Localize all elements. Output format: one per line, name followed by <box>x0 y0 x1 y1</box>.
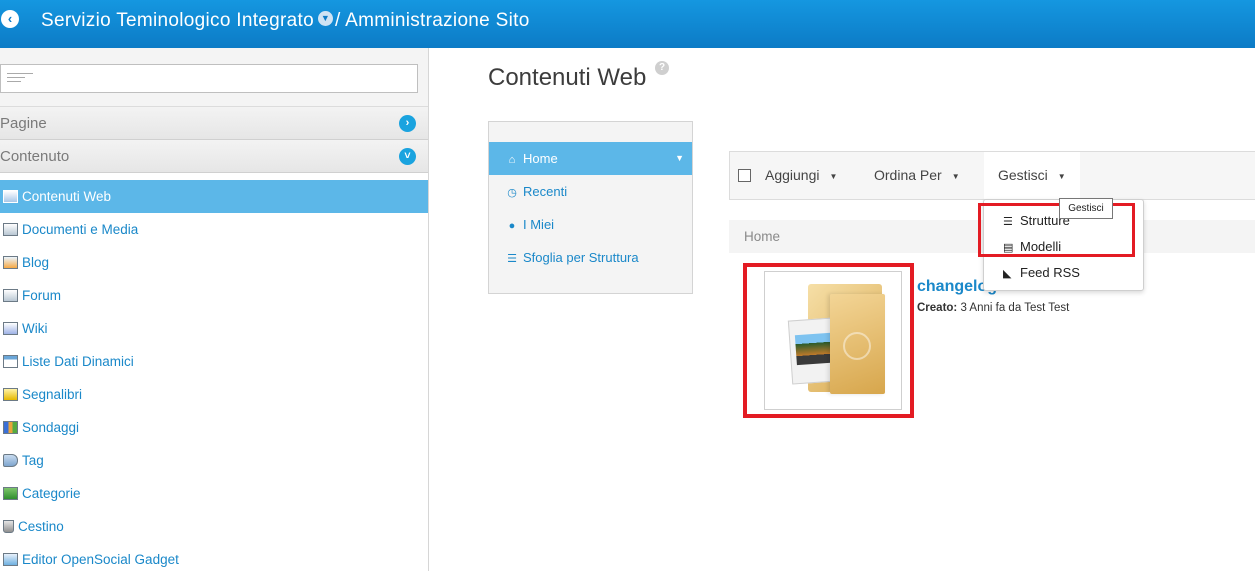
web-content-icon <box>3 189 18 203</box>
help-icon[interactable]: ? <box>655 61 669 75</box>
menu-lines-icon <box>7 73 33 85</box>
sidebar-item-label: Tag <box>22 453 44 468</box>
sidebar-item-blog[interactable]: Blog <box>0 246 428 279</box>
sidebar-nav-list: Contenuti Web Documenti e Media Blog For… <box>0 180 428 576</box>
sidebar-item-tag[interactable]: Tag <box>0 444 428 477</box>
manage-tooltip: Gestisci <box>1059 198 1113 219</box>
tag-icon <box>3 453 18 467</box>
sidebar-item-liste-dati-dinamici[interactable]: Liste Dati Dinamici <box>0 345 428 378</box>
content-nav-sfoglia-struttura[interactable]: ☰ Sfoglia per Struttura <box>489 241 692 274</box>
manage-button[interactable]: Gestisci ▼ <box>984 152 1080 199</box>
sidebar-item-segnalibri[interactable]: Segnalibri <box>0 378 428 411</box>
chevron-down-icon[interactable]: ˅ <box>399 148 416 165</box>
gadget-icon <box>3 552 18 566</box>
sidebar-item-documenti-media[interactable]: Documenti e Media <box>0 213 428 246</box>
content-nav-label: Recenti <box>523 184 568 199</box>
wiki-icon <box>3 321 18 335</box>
sidebar-item-label: Forum <box>22 288 62 303</box>
categories-icon <box>3 486 18 500</box>
content-nav-label: Sfoglia per Struttura <box>523 250 639 265</box>
top-bar: ‹ Servizio Teminologico Integrato ▼ / Ammi… <box>0 0 1255 48</box>
content-nav-label: Home <box>523 151 558 166</box>
caret-down-icon: ▼ <box>1057 171 1066 181</box>
sidebar-item-label: Cestino <box>18 519 64 534</box>
page-header-title: Servizio Teminologico Integrato ▼ / Ammini… <box>41 10 530 32</box>
header-section: Amministrazione Sito <box>345 10 530 31</box>
management-toolbar: Aggiungi ▼ Ordina Per ▼ Gestisci ▼ <box>729 151 1255 200</box>
documents-media-icon <box>3 222 18 236</box>
sidebar-item-categorie[interactable]: Categorie <box>0 477 428 510</box>
add-button[interactable]: Aggiungi ▼ <box>765 152 837 199</box>
chevron-down-icon[interactable]: ▼ <box>317 11 333 27</box>
manage-button-label: Gestisci <box>998 167 1048 183</box>
list-icon: ☰ <box>507 253 517 265</box>
header-separator: / <box>334 10 341 31</box>
user-icon: ● <box>508 220 516 232</box>
sidebar-item-label: Categorie <box>22 486 81 501</box>
sidebar-search-area <box>0 48 428 107</box>
dynamic-data-lists-icon <box>3 354 18 368</box>
menu-item-label: Feed RSS <box>1020 265 1080 280</box>
sidebar-item-label: Segnalibri <box>22 387 83 402</box>
sidebar-item-label: Wiki <box>22 321 48 336</box>
sidebar-item-cestino[interactable]: Cestino <box>0 510 428 543</box>
sidebar-item-label: Liste Dati Dinamici <box>22 354 134 369</box>
section-label: Contenuto <box>0 148 70 165</box>
content-nav-panel: ⌂ Home ▼ ◷ Recenti ● I Miei ☰ Sfoglia per St… <box>488 121 693 294</box>
chevron-left-icon[interactable]: ‹ <box>1 10 19 28</box>
article-meta: Creato: 3 Anni fa da Test Test <box>917 302 1069 314</box>
sidebar-item-label: Blog <box>22 255 50 270</box>
sidebar-item-opensocial-gadget[interactable]: Editor OpenSocial Gadget <box>0 543 428 576</box>
site-name[interactable]: Servizio Teminologico Integrato <box>41 10 314 31</box>
sidebar-item-contenuti-web[interactable]: Contenuti Web <box>0 180 428 213</box>
sidebar-item-label: Editor OpenSocial Gadget <box>22 552 179 567</box>
add-button-label: Aggiungi <box>765 167 820 183</box>
clock-icon: ◷ <box>507 187 517 199</box>
caret-down-icon: ▼ <box>829 171 838 181</box>
chevron-right-icon[interactable]: › <box>399 115 416 132</box>
content-nav-i-miei[interactable]: ● I Miei <box>489 208 692 241</box>
content-nav-label: I Miei <box>523 217 555 232</box>
content-nav-recenti[interactable]: ◷ Recenti <box>489 175 692 208</box>
section-label: Pagine <box>0 115 47 132</box>
created-value: 3 Anni fa da Test Test <box>960 302 1070 314</box>
caret-down-icon: ▼ <box>675 153 684 163</box>
sort-button-label: Ordina Per <box>874 167 942 183</box>
forum-icon <box>3 288 18 302</box>
sidebar-search-input[interactable] <box>0 64 418 93</box>
highlight-box-thumbnail <box>743 263 914 418</box>
page-title: Contenuti Web <box>488 64 647 91</box>
select-all-checkbox[interactable] <box>738 169 751 182</box>
sidebar-item-wiki[interactable]: Wiki <box>0 312 428 345</box>
menu-item-feed-rss[interactable]: ◣ Feed RSS <box>1003 263 1080 283</box>
sidebar-item-label: Documenti e Media <box>22 222 139 237</box>
rss-icon: ◣ <box>1003 268 1012 280</box>
sidebar-item-label: Contenuti Web <box>22 189 112 204</box>
breadcrumb-home[interactable]: Home <box>744 229 780 244</box>
sidebar: Pagine › Contenuto ˅ Contenuti Web Docum… <box>0 48 429 571</box>
sidebar-item-label: Sondaggi <box>22 420 80 435</box>
trash-icon <box>3 519 14 533</box>
caret-down-icon: ▼ <box>951 171 960 181</box>
created-label: Creato: <box>917 302 958 314</box>
home-icon: ⌂ <box>508 154 516 166</box>
blog-icon <box>3 255 18 269</box>
polls-icon <box>3 420 18 434</box>
content-nav-home[interactable]: ⌂ Home ▼ <box>489 142 692 175</box>
sidebar-item-forum[interactable]: Forum <box>0 279 428 312</box>
bookmarks-icon <box>3 387 18 401</box>
sort-by-button[interactable]: Ordina Per ▼ <box>874 152 960 199</box>
sidebar-item-sondaggi[interactable]: Sondaggi <box>0 411 428 444</box>
sidebar-section-contenuto[interactable]: Contenuto ˅ <box>0 140 428 173</box>
sidebar-section-pagine[interactable]: Pagine › <box>0 107 428 140</box>
